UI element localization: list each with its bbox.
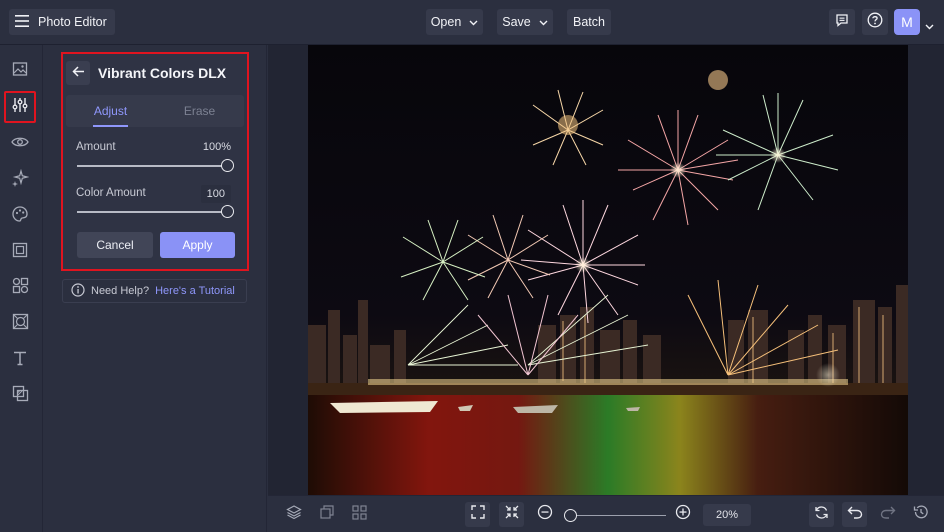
rail-textures[interactable] <box>7 311 33 337</box>
grid-icon <box>352 504 367 525</box>
panel-title: Vibrant Colors DLX <box>98 65 227 81</box>
zoom-in-button[interactable] <box>670 502 695 527</box>
info-icon <box>71 282 85 300</box>
adjust-sliders-icon <box>11 96 29 119</box>
amount-slider-handle[interactable] <box>220 159 234 172</box>
batch-label: Batch <box>573 15 605 29</box>
fit-screen-button[interactable] <box>465 502 490 527</box>
color-amount-value: 100 <box>206 188 225 200</box>
sparkle-icon <box>11 168 30 192</box>
fireworks-photo[interactable] <box>308 45 908 495</box>
undo-button[interactable] <box>842 502 867 527</box>
zoom-slider-track[interactable] <box>570 515 666 516</box>
panel-tabs: Adjust Erase <box>66 95 244 127</box>
overlay-icon <box>12 385 29 407</box>
expand-icon <box>470 505 485 524</box>
help-button[interactable] <box>862 9 888 35</box>
zoom-out-icon <box>537 504 553 525</box>
color-amount-label: Color Amount <box>76 187 146 199</box>
shapes-icon <box>12 277 29 299</box>
history-icon <box>913 504 929 525</box>
texture-icon <box>12 313 29 335</box>
rail-image[interactable] <box>7 58 33 84</box>
history-button[interactable] <box>908 502 933 527</box>
refresh-icon <box>814 505 829 525</box>
amount-value[interactable]: 100% <box>191 141 231 153</box>
zoom-out-button[interactable] <box>532 502 557 527</box>
app-title: Photo Editor <box>38 15 107 29</box>
batch-button[interactable]: Batch <box>567 9 611 35</box>
rail-frames[interactable] <box>7 239 33 265</box>
open-button[interactable]: Open <box>426 9 483 35</box>
top-bar: Photo Editor Open Save Batch M <box>0 0 944 45</box>
palette-icon <box>11 205 29 228</box>
vibrant-colors-panel: Vibrant Colors DLX Adjust Erase Amount 1… <box>61 52 249 271</box>
rail-text[interactable] <box>7 347 33 373</box>
open-label: Open <box>430 15 462 29</box>
save-label: Save <box>502 15 531 29</box>
panel-header: Vibrant Colors DLX <box>66 57 244 89</box>
frame-icon <box>12 242 28 263</box>
compress-icon <box>505 505 519 524</box>
question-icon <box>867 12 883 33</box>
grid-button[interactable] <box>347 502 372 527</box>
apply-button[interactable]: Apply <box>160 232 235 258</box>
duplicate-button[interactable] <box>314 502 339 527</box>
rail-artsy[interactable] <box>7 203 33 229</box>
redo-icon <box>880 505 896 524</box>
refresh-button[interactable] <box>809 502 834 527</box>
tab-erase[interactable]: Erase <box>155 95 244 127</box>
image-icon <box>12 61 28 82</box>
menu-button[interactable]: Photo Editor <box>9 9 115 35</box>
rail-overlays[interactable] <box>7 383 33 409</box>
help-tutorial: Need Help? Here's a Tutorial <box>62 279 247 303</box>
feedback-button[interactable] <box>829 9 855 35</box>
help-text: Need Help? <box>91 285 150 297</box>
amount-slider-track[interactable] <box>77 165 227 167</box>
zoom-level[interactable]: 20% <box>703 504 751 526</box>
actual-size-button[interactable] <box>499 502 524 527</box>
chevron-down-icon <box>469 15 478 29</box>
layers-icon <box>285 504 302 525</box>
redo-button[interactable] <box>875 502 900 527</box>
hamburger-icon <box>15 14 29 30</box>
arrow-left-icon <box>71 64 85 82</box>
zoom-in-icon <box>675 504 691 525</box>
rail-graphics[interactable] <box>7 275 33 301</box>
cancel-button[interactable]: Cancel <box>77 232 153 258</box>
tutorial-link[interactable]: Here's a Tutorial <box>155 285 235 297</box>
rail-adjust[interactable] <box>4 91 36 123</box>
chat-icon <box>835 13 849 32</box>
rail-view[interactable] <box>7 131 33 157</box>
zoom-slider-handle[interactable] <box>564 509 577 522</box>
avatar[interactable]: M <box>894 9 920 35</box>
rail-effects[interactable] <box>7 167 33 193</box>
undo-icon <box>847 505 863 524</box>
back-button[interactable] <box>66 61 90 85</box>
text-icon <box>12 350 28 371</box>
color-amount-slider-handle[interactable] <box>220 205 234 218</box>
chevron-down-icon[interactable] <box>925 17 934 35</box>
layers-button[interactable] <box>281 502 306 527</box>
tool-rail <box>0 45 43 532</box>
eye-icon <box>11 135 29 153</box>
copy-icon <box>319 504 335 525</box>
tab-adjust[interactable]: Adjust <box>66 95 155 127</box>
color-amount-slider-track[interactable] <box>77 211 227 213</box>
chevron-down-icon <box>539 15 548 29</box>
save-button[interactable]: Save <box>497 9 553 35</box>
bottom-bar: 20% <box>268 495 944 532</box>
amount-label: Amount <box>76 141 116 153</box>
